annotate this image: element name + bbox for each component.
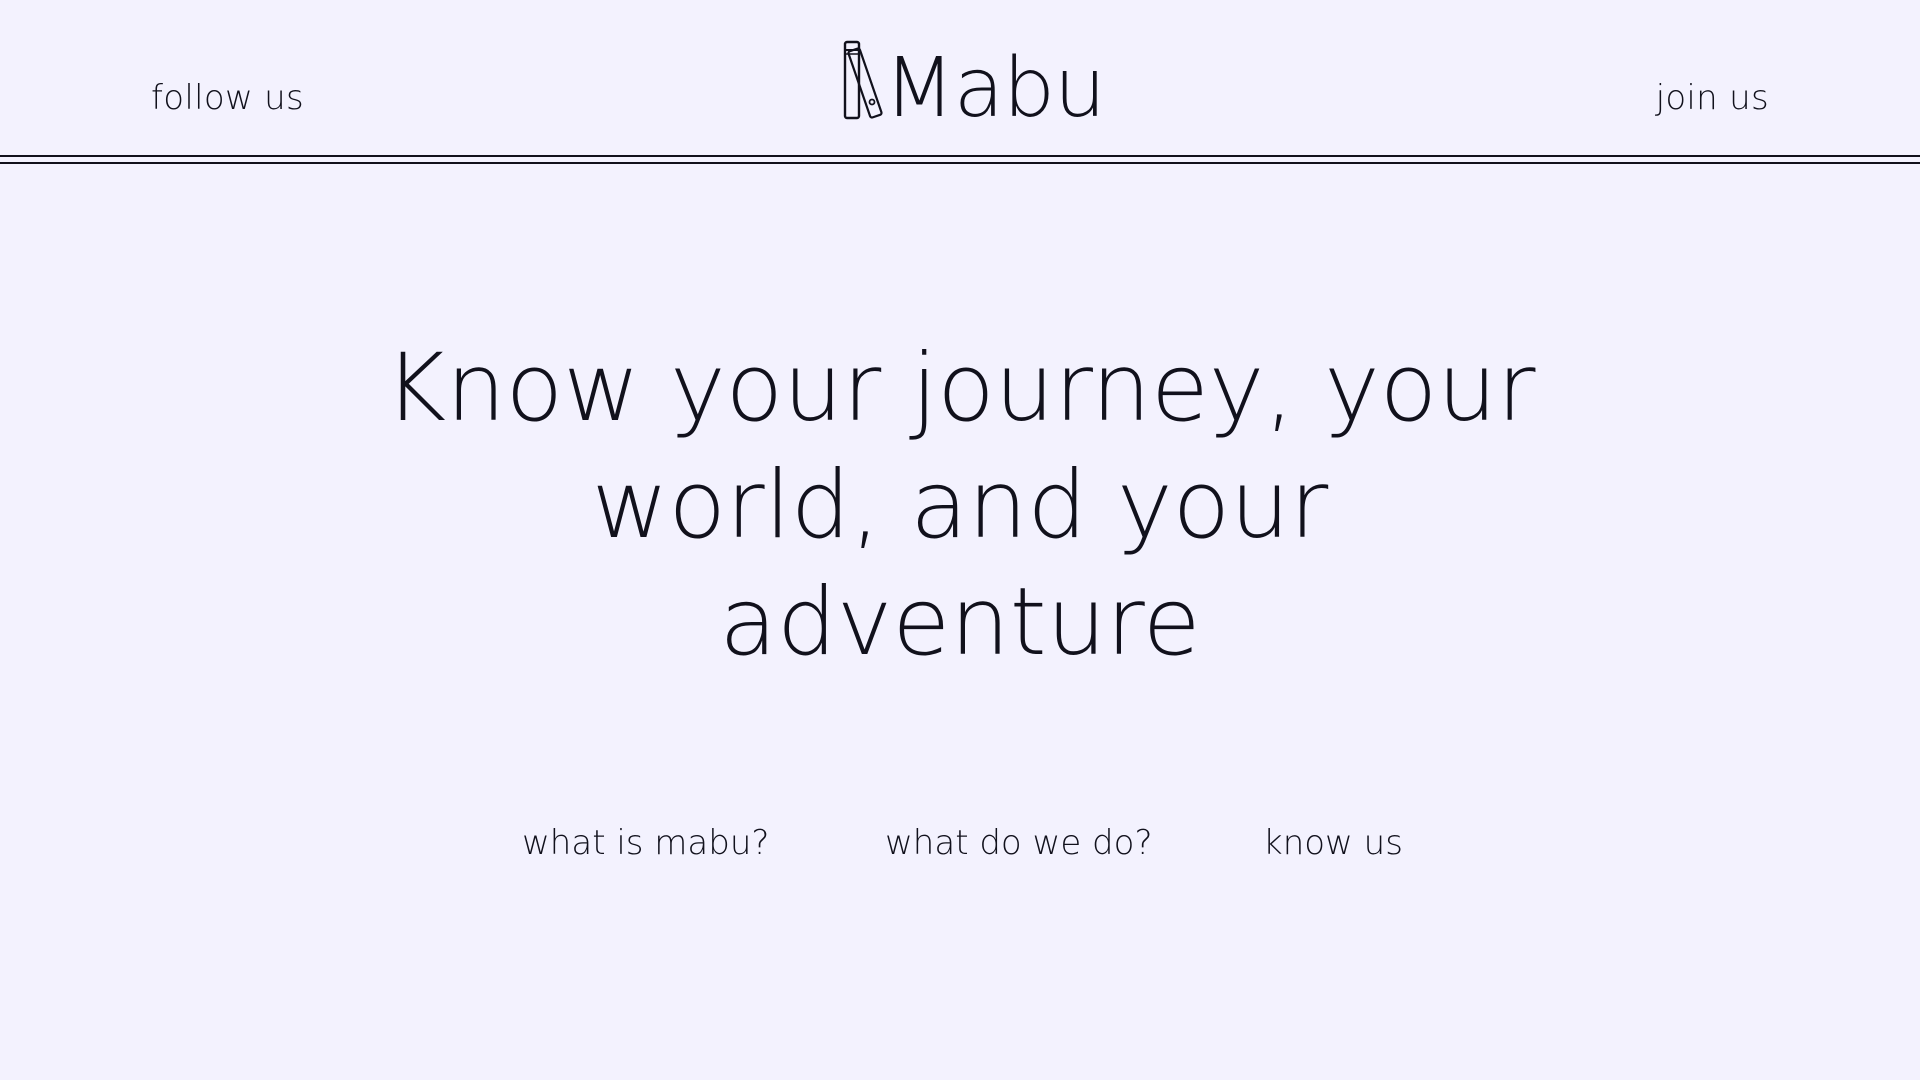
what-do-we-do-link[interactable]: what do we do? — [885, 818, 1152, 868]
hero-headline: Know your journey, your world, and your … — [250, 330, 1670, 681]
section-nav: what is mabu? what do we do? know us — [0, 818, 1920, 868]
hero-line: Know your journey, your — [384, 334, 1536, 443]
join-us-link[interactable]: join us — [1656, 74, 1769, 122]
header-divider-top — [0, 155, 1920, 157]
mabu-logo[interactable]: Mabu — [840, 34, 1106, 130]
hero-line: world, and your — [591, 451, 1329, 560]
what-is-mabu-link[interactable]: what is mabu? — [522, 818, 769, 868]
hero-line: adventure — [719, 568, 1201, 677]
know-us-link[interactable]: know us — [1263, 818, 1403, 868]
logo-wordmark: Mabu — [884, 41, 1106, 136]
site-header: follow us Mabu join us — [0, 0, 1920, 164]
header-divider-bottom — [0, 162, 1920, 164]
follow-us-link[interactable]: follow us — [151, 74, 304, 122]
landing-page: follow us Mabu join us Know your journey… — [0, 0, 1920, 1080]
